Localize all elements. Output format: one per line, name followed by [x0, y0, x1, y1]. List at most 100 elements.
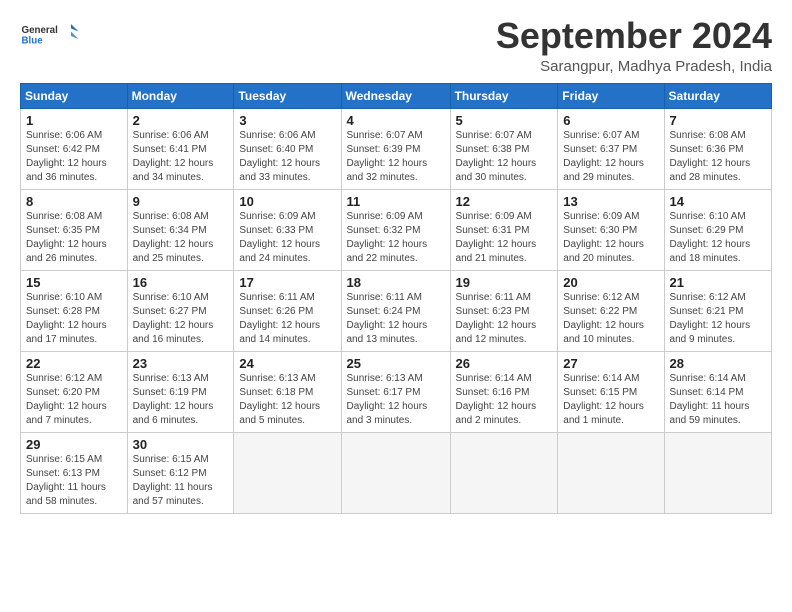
table-row: 8 Sunrise: 6:08 AM Sunset: 6:35 PM Dayli…	[21, 189, 128, 270]
table-row: 9 Sunrise: 6:08 AM Sunset: 6:34 PM Dayli…	[127, 189, 234, 270]
day-number: 4	[347, 113, 446, 128]
week-row-1: 1 Sunrise: 6:06 AM Sunset: 6:42 PM Dayli…	[21, 108, 772, 189]
day-info: Sunrise: 6:10 AM Sunset: 6:27 PM Dayligh…	[133, 291, 230, 347]
day-number: 15	[26, 275, 123, 290]
day-info: Sunrise: 6:08 AM Sunset: 6:36 PM Dayligh…	[670, 129, 767, 185]
day-number: 28	[670, 356, 767, 371]
day-number: 12	[456, 194, 554, 209]
day-info: Sunrise: 6:10 AM Sunset: 6:29 PM Dayligh…	[670, 210, 767, 266]
table-row: 22 Sunrise: 6:12 AM Sunset: 6:20 PM Dayl…	[21, 351, 128, 432]
col-wednesday: Wednesday	[341, 83, 450, 108]
day-number: 13	[563, 194, 659, 209]
day-info: Sunrise: 6:11 AM Sunset: 6:23 PM Dayligh…	[456, 291, 554, 347]
table-row	[450, 432, 558, 513]
week-row-3: 15 Sunrise: 6:10 AM Sunset: 6:28 PM Dayl…	[21, 270, 772, 351]
day-info: Sunrise: 6:13 AM Sunset: 6:17 PM Dayligh…	[347, 372, 446, 428]
day-info: Sunrise: 6:14 AM Sunset: 6:15 PM Dayligh…	[563, 372, 659, 428]
day-number: 20	[563, 275, 659, 290]
page: General Blue September 2024 Sarangpur, M…	[0, 0, 792, 524]
day-number: 3	[239, 113, 336, 128]
col-sunday: Sunday	[21, 83, 128, 108]
table-row: 16 Sunrise: 6:10 AM Sunset: 6:27 PM Dayl…	[127, 270, 234, 351]
day-info: Sunrise: 6:11 AM Sunset: 6:26 PM Dayligh…	[239, 291, 336, 347]
day-info: Sunrise: 6:11 AM Sunset: 6:24 PM Dayligh…	[347, 291, 446, 347]
col-tuesday: Tuesday	[234, 83, 341, 108]
table-row: 18 Sunrise: 6:11 AM Sunset: 6:24 PM Dayl…	[341, 270, 450, 351]
day-info: Sunrise: 6:12 AM Sunset: 6:21 PM Dayligh…	[670, 291, 767, 347]
week-row-5: 29 Sunrise: 6:15 AM Sunset: 6:13 PM Dayl…	[21, 432, 772, 513]
day-number: 7	[670, 113, 767, 128]
day-info: Sunrise: 6:10 AM Sunset: 6:28 PM Dayligh…	[26, 291, 123, 347]
table-row: 23 Sunrise: 6:13 AM Sunset: 6:19 PM Dayl…	[127, 351, 234, 432]
table-row: 21 Sunrise: 6:12 AM Sunset: 6:21 PM Dayl…	[664, 270, 771, 351]
day-info: Sunrise: 6:08 AM Sunset: 6:35 PM Dayligh…	[26, 210, 123, 266]
table-row: 13 Sunrise: 6:09 AM Sunset: 6:30 PM Dayl…	[558, 189, 664, 270]
table-row	[664, 432, 771, 513]
table-row: 27 Sunrise: 6:14 AM Sunset: 6:15 PM Dayl…	[558, 351, 664, 432]
week-row-2: 8 Sunrise: 6:08 AM Sunset: 6:35 PM Dayli…	[21, 189, 772, 270]
table-row: 4 Sunrise: 6:07 AM Sunset: 6:39 PM Dayli…	[341, 108, 450, 189]
header: General Blue September 2024 Sarangpur, M…	[20, 16, 772, 75]
day-info: Sunrise: 6:15 AM Sunset: 6:12 PM Dayligh…	[133, 453, 230, 509]
day-info: Sunrise: 6:07 AM Sunset: 6:39 PM Dayligh…	[347, 129, 446, 185]
day-info: Sunrise: 6:09 AM Sunset: 6:30 PM Dayligh…	[563, 210, 659, 266]
logo: General Blue	[20, 16, 80, 56]
table-row: 19 Sunrise: 6:11 AM Sunset: 6:23 PM Dayl…	[450, 270, 558, 351]
day-info: Sunrise: 6:12 AM Sunset: 6:22 PM Dayligh…	[563, 291, 659, 347]
day-info: Sunrise: 6:09 AM Sunset: 6:31 PM Dayligh…	[456, 210, 554, 266]
location-subtitle: Sarangpur, Madhya Pradesh, India	[496, 58, 772, 75]
day-number: 30	[133, 437, 230, 452]
month-title: September 2024	[496, 16, 772, 56]
logo-svg: General Blue	[20, 16, 80, 56]
table-row: 29 Sunrise: 6:15 AM Sunset: 6:13 PM Dayl…	[21, 432, 128, 513]
table-row: 3 Sunrise: 6:06 AM Sunset: 6:40 PM Dayli…	[234, 108, 341, 189]
day-number: 21	[670, 275, 767, 290]
day-info: Sunrise: 6:13 AM Sunset: 6:19 PM Dayligh…	[133, 372, 230, 428]
day-number: 19	[456, 275, 554, 290]
table-row: 25 Sunrise: 6:13 AM Sunset: 6:17 PM Dayl…	[341, 351, 450, 432]
col-friday: Friday	[558, 83, 664, 108]
table-row	[558, 432, 664, 513]
day-number: 6	[563, 113, 659, 128]
day-info: Sunrise: 6:08 AM Sunset: 6:34 PM Dayligh…	[133, 210, 230, 266]
svg-text:Blue: Blue	[22, 36, 44, 47]
day-number: 8	[26, 194, 123, 209]
day-number: 22	[26, 356, 123, 371]
table-row: 26 Sunrise: 6:14 AM Sunset: 6:16 PM Dayl…	[450, 351, 558, 432]
day-info: Sunrise: 6:06 AM Sunset: 6:40 PM Dayligh…	[239, 129, 336, 185]
day-info: Sunrise: 6:14 AM Sunset: 6:16 PM Dayligh…	[456, 372, 554, 428]
day-number: 26	[456, 356, 554, 371]
title-block: September 2024 Sarangpur, Madhya Pradesh…	[496, 16, 772, 75]
col-monday: Monday	[127, 83, 234, 108]
table-row	[341, 432, 450, 513]
day-number: 9	[133, 194, 230, 209]
table-row: 6 Sunrise: 6:07 AM Sunset: 6:37 PM Dayli…	[558, 108, 664, 189]
table-row: 28 Sunrise: 6:14 AM Sunset: 6:14 PM Dayl…	[664, 351, 771, 432]
table-row: 2 Sunrise: 6:06 AM Sunset: 6:41 PM Dayli…	[127, 108, 234, 189]
day-number: 16	[133, 275, 230, 290]
day-number: 14	[670, 194, 767, 209]
day-number: 5	[456, 113, 554, 128]
table-row: 17 Sunrise: 6:11 AM Sunset: 6:26 PM Dayl…	[234, 270, 341, 351]
day-number: 25	[347, 356, 446, 371]
day-number: 24	[239, 356, 336, 371]
day-info: Sunrise: 6:14 AM Sunset: 6:14 PM Dayligh…	[670, 372, 767, 428]
header-row: Sunday Monday Tuesday Wednesday Thursday…	[21, 83, 772, 108]
svg-text:General: General	[22, 25, 59, 36]
table-row: 30 Sunrise: 6:15 AM Sunset: 6:12 PM Dayl…	[127, 432, 234, 513]
calendar-table: Sunday Monday Tuesday Wednesday Thursday…	[20, 83, 772, 514]
col-thursday: Thursday	[450, 83, 558, 108]
day-number: 27	[563, 356, 659, 371]
day-number: 1	[26, 113, 123, 128]
day-info: Sunrise: 6:13 AM Sunset: 6:18 PM Dayligh…	[239, 372, 336, 428]
table-row: 20 Sunrise: 6:12 AM Sunset: 6:22 PM Dayl…	[558, 270, 664, 351]
day-info: Sunrise: 6:07 AM Sunset: 6:37 PM Dayligh…	[563, 129, 659, 185]
day-number: 2	[133, 113, 230, 128]
week-row-4: 22 Sunrise: 6:12 AM Sunset: 6:20 PM Dayl…	[21, 351, 772, 432]
day-number: 10	[239, 194, 336, 209]
col-saturday: Saturday	[664, 83, 771, 108]
table-row: 11 Sunrise: 6:09 AM Sunset: 6:32 PM Dayl…	[341, 189, 450, 270]
table-row: 5 Sunrise: 6:07 AM Sunset: 6:38 PM Dayli…	[450, 108, 558, 189]
day-number: 18	[347, 275, 446, 290]
table-row: 1 Sunrise: 6:06 AM Sunset: 6:42 PM Dayli…	[21, 108, 128, 189]
